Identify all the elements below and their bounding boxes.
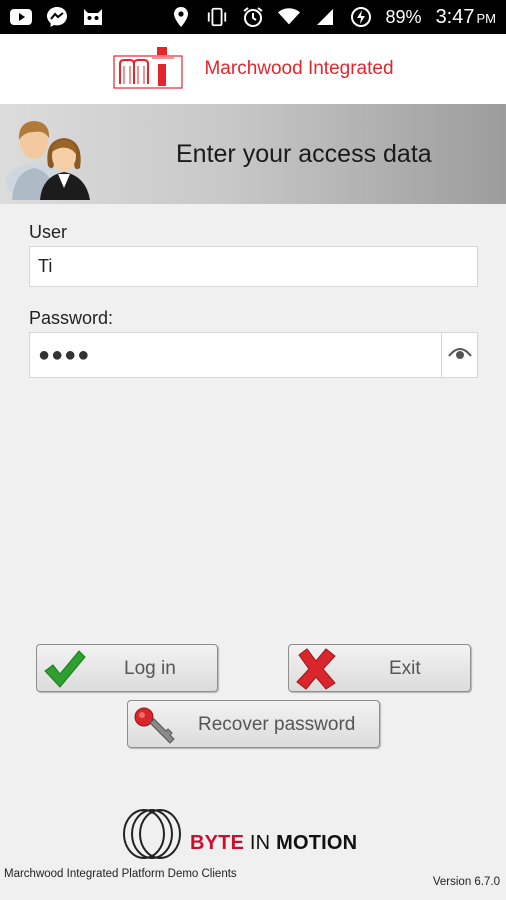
- status-bar-right: 89% 3:47 PM: [170, 6, 496, 29]
- youtube-icon: [10, 6, 32, 28]
- password-input[interactable]: ●●●●: [30, 333, 441, 377]
- recover-password-button-label: Recover password: [198, 714, 356, 735]
- brand-header: Marchwood Integrated: [0, 34, 506, 104]
- marchwood-logo-icon: [112, 44, 184, 95]
- page-title: Enter your access data: [176, 140, 432, 168]
- red-x-icon: [293, 647, 339, 691]
- footer-version: Version 6.7.0: [432, 876, 500, 888]
- password-label: Password:: [29, 308, 114, 328]
- wifi-icon: [277, 6, 300, 28]
- status-bar-left: [10, 6, 104, 28]
- recover-password-button[interactable]: Recover password: [127, 700, 380, 748]
- exit-button[interactable]: Exit: [288, 644, 471, 692]
- users-illustration: [4, 110, 96, 200]
- password-field: ●●●●: [29, 332, 478, 378]
- battery-saver-icon: [350, 6, 372, 28]
- key-icon: [132, 703, 178, 747]
- footer-app-name: Marchwood Integrated Platform Demo Clien…: [4, 868, 237, 880]
- status-bar: 89% 3:47 PM: [0, 0, 506, 34]
- checkmark-icon: [41, 647, 87, 691]
- title-band: Enter your access data: [0, 104, 506, 204]
- byte-in-motion-rings-icon: [120, 806, 186, 867]
- eye-icon: [447, 346, 472, 365]
- login-button-label: Log in: [124, 658, 176, 679]
- user-label: User: [29, 222, 68, 242]
- alarm-icon: [242, 6, 264, 28]
- user-input[interactable]: Ti: [29, 246, 478, 287]
- location-icon: [170, 6, 192, 28]
- byte-in-motion-wordmark: BYTE IN MOTION: [190, 832, 358, 854]
- clock-time: 3:47 PM: [435, 5, 497, 28]
- battery-percent: 89%: [385, 6, 422, 27]
- clock-ampm: PM: [476, 10, 497, 26]
- robot-icon: [82, 6, 104, 28]
- messenger-icon: [46, 6, 68, 28]
- brand-name: Marchwood Integrated: [204, 58, 394, 79]
- signal-icon: [314, 6, 336, 28]
- exit-button-label: Exit: [389, 658, 421, 679]
- byte-in-motion-logo: BYTE IN MOTION: [120, 806, 390, 862]
- show-password-toggle[interactable]: [441, 333, 477, 377]
- login-button[interactable]: Log in: [36, 644, 218, 692]
- vibrate-icon: [206, 6, 228, 28]
